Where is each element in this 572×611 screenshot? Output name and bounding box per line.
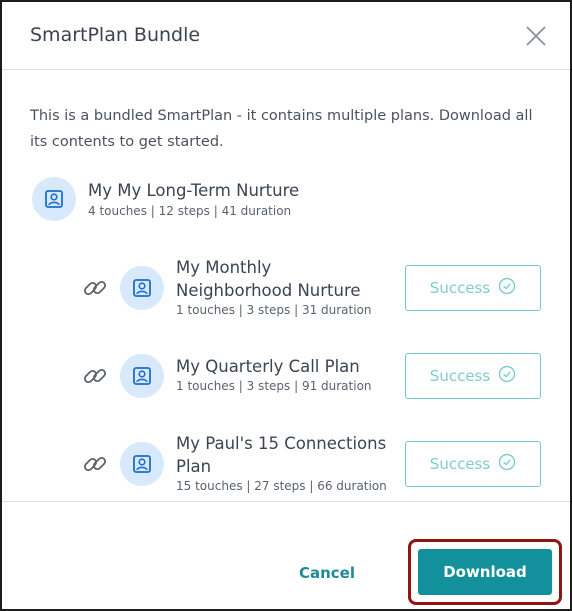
close-icon[interactable] bbox=[522, 22, 550, 50]
child-plan-name: My Paul's 15 Connections Plan bbox=[176, 434, 387, 476]
person-card-icon bbox=[120, 354, 164, 398]
status-success-button[interactable]: Success bbox=[405, 265, 541, 311]
child-plan-meta: 15 touches | 27 steps | 66 duration bbox=[176, 479, 387, 493]
download-button[interactable]: Download bbox=[418, 549, 552, 595]
link-icon bbox=[80, 449, 110, 479]
dialog-title: SmartPlan Bundle bbox=[30, 24, 201, 46]
smartplan-bundle-dialog: SmartPlan Bundle This is a bundled Smart… bbox=[0, 0, 572, 611]
parent-plan-name: My My Long-Term Nurture bbox=[88, 181, 300, 200]
check-circle-icon bbox=[498, 365, 516, 387]
dialog-header: SmartPlan Bundle bbox=[2, 2, 570, 70]
link-icon bbox=[80, 273, 110, 303]
dialog-intro-text: This is a bundled SmartPlan - it contain… bbox=[30, 108, 533, 150]
child-plan-meta: 1 touches | 3 steps | 91 duration bbox=[176, 379, 372, 393]
cancel-button[interactable]: Cancel bbox=[272, 555, 382, 591]
status-success-button[interactable]: Success bbox=[405, 353, 541, 399]
link-icon bbox=[80, 361, 110, 391]
download-highlight-ring: Download bbox=[408, 539, 562, 605]
status-success-button[interactable]: Success bbox=[405, 441, 541, 487]
child-plan-name: My Monthly Neighborhood Nurture bbox=[176, 258, 361, 300]
child-plan-name: My Quarterly Call Plan bbox=[176, 357, 360, 376]
person-card-icon bbox=[32, 177, 76, 221]
child-plan-meta: 1 touches | 3 steps | 31 duration bbox=[176, 303, 372, 317]
parent-plan-meta: 4 touches | 12 steps | 41 duration bbox=[88, 204, 292, 218]
check-circle-icon bbox=[498, 453, 516, 475]
person-card-icon bbox=[120, 442, 164, 486]
check-circle-icon bbox=[498, 277, 516, 299]
dialog-footer: Cancel Download bbox=[2, 501, 570, 609]
person-card-icon bbox=[120, 266, 164, 310]
